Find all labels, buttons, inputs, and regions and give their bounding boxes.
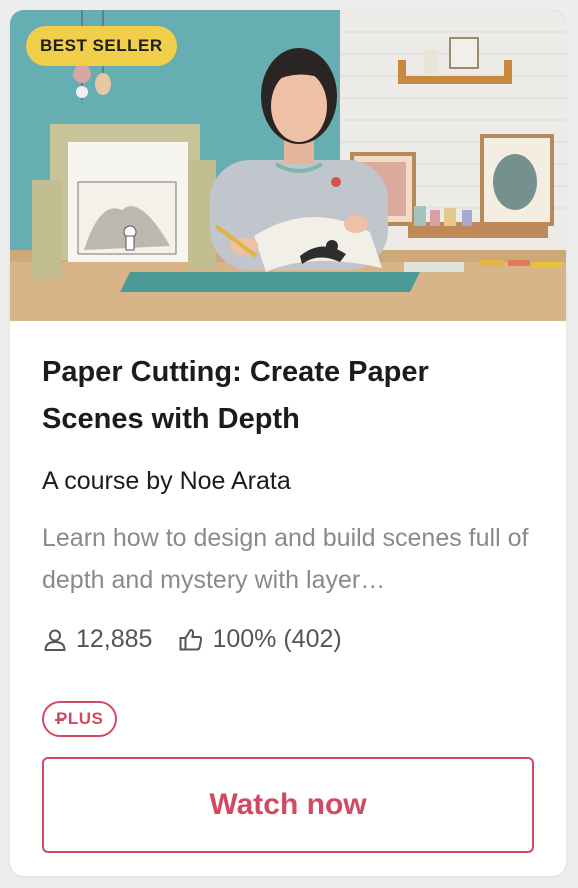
students-count: 12,885 — [76, 625, 153, 653]
thumbs-up-icon — [179, 628, 203, 650]
course-stats: 12,885 100% (402) — [42, 625, 342, 654]
students-stat: 12,885 — [42, 625, 152, 654]
course-title[interactable]: Paper Cutting: Create Paper Scenes with … — [42, 349, 512, 443]
plus-badge-label: PLUS — [54, 709, 104, 728]
course-thumbnail[interactable]: BEST SELLER — [10, 10, 566, 321]
course-card[interactable]: BEST SELLER Paper Cutting: Create Paper … — [10, 10, 566, 876]
watch-now-button[interactable]: Watch now — [42, 757, 534, 853]
person-icon — [44, 629, 66, 651]
course-description: Learn how to design and build scenes ful… — [42, 524, 529, 594]
rating-value: 100% (402) — [212, 625, 342, 653]
plus-badge: PLUS — [42, 701, 118, 737]
rating-stat: 100% (402) — [178, 625, 342, 654]
course-author: A course by Noe Arata — [42, 467, 291, 495]
best-seller-badge: BEST SELLER — [26, 26, 177, 66]
